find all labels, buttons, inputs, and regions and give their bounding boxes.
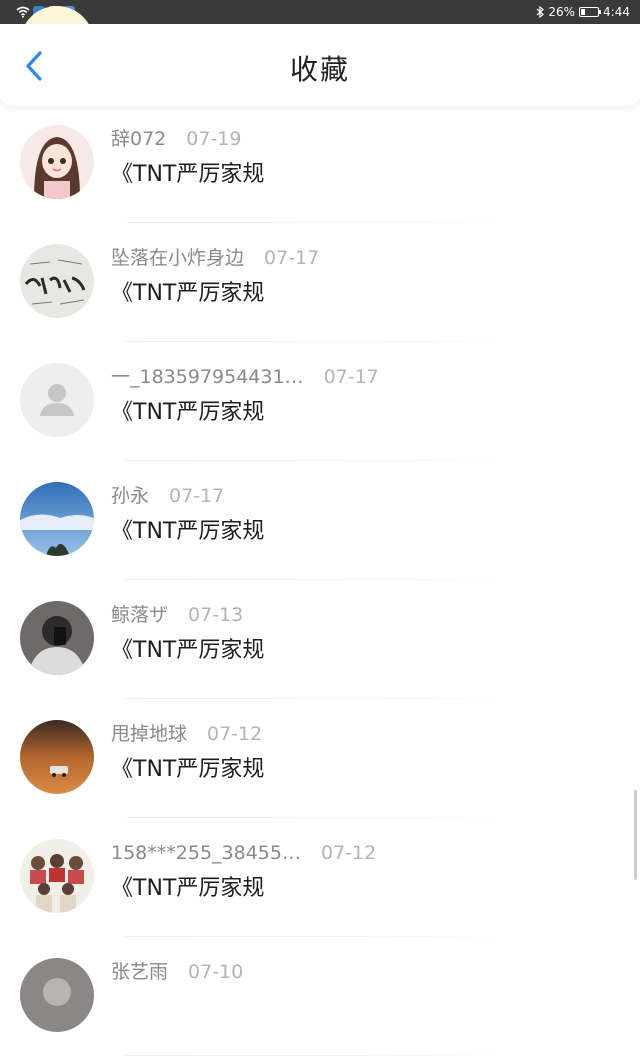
- avatar[interactable]: [20, 482, 94, 556]
- post-date: 07-12: [207, 723, 263, 745]
- meta-line: 158***255_38455… 07-12: [111, 840, 376, 866]
- post-date: 07-12: [320, 842, 377, 864]
- list-item[interactable]: 辞072 07-19 《TNT严厉家规: [0, 105, 640, 223]
- username[interactable]: 158***255_38455…: [111, 840, 301, 866]
- content-title[interactable]: 《TNT严厉家规: [111, 755, 264, 785]
- list-item[interactable]: 坠落在小炸身边 07-17 《TNT严厉家规: [0, 224, 640, 342]
- handwriting-avatar-icon: [20, 244, 94, 318]
- username[interactable]: 一_183597954431…: [111, 364, 304, 390]
- avatar[interactable]: [20, 958, 94, 1032]
- dark-photo-avatar-icon: [20, 601, 94, 675]
- list-item[interactable]: 张艺雨 07-10: [0, 938, 640, 1056]
- username[interactable]: 张艺雨: [111, 959, 168, 985]
- username[interactable]: 辞072: [111, 126, 166, 152]
- meta-line: 鲸落ザ 07-13: [111, 602, 243, 628]
- username[interactable]: 坠落在小炸身边: [111, 245, 244, 271]
- divider: [125, 341, 515, 342]
- avatar[interactable]: [20, 601, 94, 675]
- post-date: 07-10: [188, 961, 244, 983]
- content-title[interactable]: 《TNT严厉家规: [111, 874, 264, 904]
- list-item[interactable]: 一_183597954431… 07-17 《TNT严厉家规: [0, 343, 640, 461]
- avatar[interactable]: [20, 839, 94, 913]
- content-title[interactable]: 《TNT严厉家规: [111, 279, 264, 309]
- content-title[interactable]: 《TNT严厉家规: [111, 517, 264, 547]
- post-date: 07-17: [264, 247, 320, 269]
- divider: [125, 460, 515, 461]
- meta-line: 甩掉地球 07-12: [111, 721, 262, 747]
- divider: [125, 222, 515, 223]
- page-title: 收藏: [289, 53, 350, 86]
- list-item[interactable]: 鲸落ザ 07-13 《TNT严厉家规: [0, 581, 640, 699]
- avatar[interactable]: [20, 720, 94, 794]
- desert-car-avatar-icon: [20, 720, 94, 794]
- content-title[interactable]: 《TNT严厉家规: [111, 160, 264, 190]
- blue-sky-avatar-icon: [20, 482, 94, 556]
- group-photo-avatar-icon: [20, 839, 94, 913]
- list-item[interactable]: 孙永 07-17 《TNT严厉家规: [0, 462, 640, 580]
- username[interactable]: 孙永: [111, 483, 149, 509]
- username[interactable]: 甩掉地球: [111, 721, 187, 747]
- post-date: 07-19: [186, 128, 242, 150]
- divider: [125, 936, 515, 937]
- cartoon-girl-avatar-icon: [20, 125, 94, 199]
- post-date: 07-17: [323, 366, 379, 388]
- post-date: 07-13: [188, 604, 244, 626]
- default-person-avatar-icon: [20, 363, 94, 437]
- scrollbar[interactable]: [634, 790, 637, 880]
- meta-line: 坠落在小炸身边 07-17: [111, 245, 319, 271]
- meta-line: 辞072 07-19: [111, 126, 241, 152]
- list-item[interactable]: 158***255_38455… 07-12 《TNT严厉家规: [0, 819, 640, 937]
- divider: [125, 579, 515, 580]
- meta-line: 一_183597954431… 07-17: [111, 364, 379, 390]
- meta-line: 张艺雨 07-10: [111, 959, 243, 985]
- avatar[interactable]: [20, 363, 94, 437]
- divider: [125, 698, 515, 699]
- avatar[interactable]: [20, 125, 94, 199]
- header: 收藏: [0, 24, 640, 106]
- list-item[interactable]: 甩掉地球 07-12 《TNT严厉家规: [0, 700, 640, 818]
- content-title[interactable]: 《TNT严厉家规: [111, 636, 264, 666]
- gray-photo-avatar-icon: [20, 958, 94, 1032]
- username[interactable]: 鲸落ザ: [111, 602, 168, 628]
- post-date: 07-17: [169, 485, 225, 507]
- meta-line: 孙永 07-17: [111, 483, 224, 509]
- divider: [125, 817, 515, 818]
- avatar[interactable]: [20, 244, 94, 318]
- favorites-list: 《TNT严厉家规辞07207-19《TNT严厉家规坠落在小炸身边07-17《TN…: [0, 0, 640, 1056]
- content-title[interactable]: 《TNT严厉家规: [111, 398, 264, 428]
